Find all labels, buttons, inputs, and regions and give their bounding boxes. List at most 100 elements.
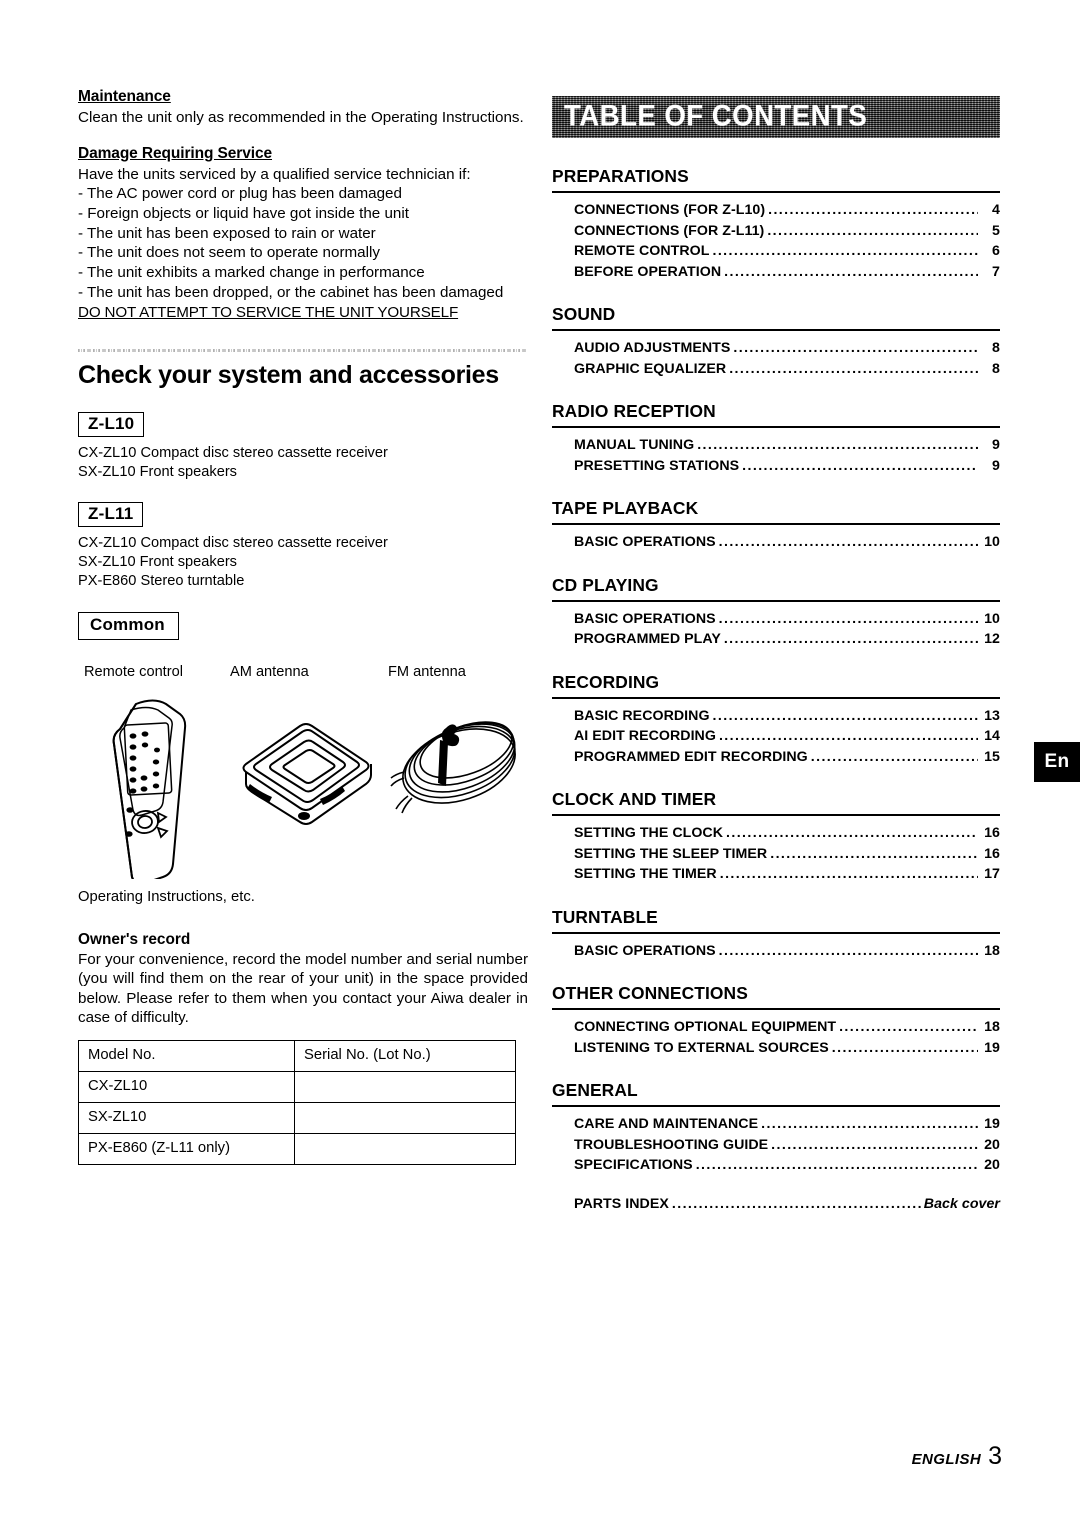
toc-entry-page: 16 bbox=[984, 845, 1000, 862]
toc-entry-label: BASIC OPERATIONS bbox=[574, 610, 716, 627]
toc-entry[interactable]: TROUBLESHOOTING GUIDE...................… bbox=[552, 1135, 1000, 1156]
owners-record-table: Model No. Serial No. (Lot No.) CX-ZL10 S… bbox=[78, 1039, 516, 1165]
table-header-row: Model No. Serial No. (Lot No.) bbox=[78, 1039, 516, 1072]
toc-leader-dots: ........................................… bbox=[719, 866, 978, 882]
toc-entry[interactable]: MANUAL TUNING...........................… bbox=[552, 435, 1000, 456]
toc-section: OTHER CONNECTIONS CONNECTING OPTIONAL EQU… bbox=[552, 983, 1000, 1058]
toc-entry-label: AI EDIT RECORDING bbox=[574, 728, 716, 744]
toc-section-entries: BASIC OPERATIONS........................… bbox=[552, 609, 1000, 650]
package-label-z-l11: Z-L11 bbox=[78, 501, 144, 528]
toc-entry[interactable]: BASIC OPERATIONS........................… bbox=[552, 532, 1000, 553]
toc-entry[interactable]: CARE AND MAINTENANCE....................… bbox=[552, 1114, 1000, 1135]
toc-section: RECORDING BASIC RECORDING................… bbox=[552, 672, 1000, 768]
toc-leader-dots: ........................................… bbox=[712, 707, 978, 724]
toc-leader-dots: ........................................… bbox=[839, 1019, 978, 1035]
toc-section-entries: CARE AND MAINTENANCE....................… bbox=[552, 1114, 1000, 1214]
toc-entry-page: 5 bbox=[992, 222, 1000, 239]
toc-entry-label: SETTING THE CLOCK bbox=[574, 825, 724, 841]
toc-entry-label: PRESETTING STATIONS bbox=[574, 457, 740, 474]
toc-entry[interactable]: CONNECTIONS (FOR Z-L11).................… bbox=[552, 221, 1000, 242]
table-of-contents-title: TABLE OF CONTENTS bbox=[564, 99, 868, 133]
toc-leader-dots: ........................................… bbox=[718, 534, 978, 550]
toc-section: CD PLAYING BASIC OPERATIONS..............… bbox=[552, 575, 1000, 650]
toc-entry[interactable]: CONNECTIONS (FOR Z-L10).................… bbox=[552, 200, 1000, 221]
toc-section: CLOCK AND TIMER SETTING THE CLOCK........… bbox=[552, 789, 1000, 885]
toc-entry[interactable]: SETTING THE SLEEP TIMER.................… bbox=[552, 844, 1000, 865]
list-item: - The unit has been dropped, or the cabi… bbox=[78, 283, 504, 301]
toc-leader-dots: ........................................… bbox=[771, 1136, 978, 1153]
toc-entry[interactable]: BEFORE OPERATION........................… bbox=[552, 262, 1000, 283]
list-item: PX-E860 Stereo turntable bbox=[78, 572, 245, 589]
toc-leader-dots: ........................................… bbox=[729, 360, 978, 377]
toc-entry[interactable]: LISTENING TO EXTERNAL SOURCES...........… bbox=[552, 1038, 1000, 1059]
accessory-label-fm-antenna: FM antenna bbox=[388, 663, 466, 680]
list-item: - The unit does not seem to operate norm… bbox=[78, 244, 380, 262]
toc-entry[interactable]: BASIC OPERATIONS........................… bbox=[552, 941, 1000, 962]
package-contents-z-l10: CX-ZL10 Compact disc stereo cassette rec… bbox=[78, 444, 528, 481]
list-item: SX-ZL10 Front speakers bbox=[78, 553, 237, 570]
am-loop-antenna-icon bbox=[238, 712, 378, 832]
toc-section-title: CD PLAYING bbox=[552, 575, 1000, 602]
toc-entry-label: REMOTE CONTROL bbox=[574, 243, 710, 259]
list-item: CX-ZL10 Compact disc stereo cassette rec… bbox=[78, 535, 388, 552]
toc-section-entries: CONNECTIONS (FOR Z-L10).................… bbox=[552, 200, 1000, 282]
toc-leader-dots: ........................................… bbox=[718, 942, 978, 959]
toc-section: SOUND AUDIO ADJUSTMENTS..................… bbox=[552, 304, 1000, 379]
toc-entry-page: 15 bbox=[984, 748, 1000, 765]
left-column: Maintenance Clean the unit only as recom… bbox=[78, 88, 528, 1165]
column-header-serial-no: Serial No. (Lot No.) bbox=[294, 1039, 516, 1072]
table-of-contents-banner: TABLE OF CONTENTS bbox=[552, 96, 1000, 138]
toc-leader-dots: ........................................… bbox=[671, 1195, 922, 1212]
maintenance-section: Maintenance Clean the unit only as recom… bbox=[78, 88, 528, 128]
package-common: Common Remote control AM antenna FM ante… bbox=[78, 612, 528, 905]
toc-entry-label: CONNECTIONS (FOR Z-L11) bbox=[574, 222, 765, 239]
toc-entry-label: CONNECTIONS (FOR Z-L10) bbox=[574, 202, 766, 218]
toc-entry[interactable]: REMOTE CONTROL..........................… bbox=[552, 241, 1000, 262]
page-footer: ENGLISH 3 bbox=[912, 1442, 1002, 1471]
toc-entry[interactable]: AI EDIT RECORDING.......................… bbox=[552, 726, 1000, 747]
toc-entry-page: 7 bbox=[992, 263, 1000, 280]
toc-leader-dots: ........................................… bbox=[761, 1116, 978, 1132]
maintenance-body: Clean the unit only as recommended in th… bbox=[78, 109, 524, 126]
toc-entry[interactable]: SPECIFICATIONS..........................… bbox=[552, 1155, 1000, 1176]
toc-entry[interactable]: PROGRAMMED EDIT RECORDING...............… bbox=[552, 747, 1000, 768]
damage-intro: Have the units serviced by a qualified s… bbox=[78, 165, 471, 183]
toc-leader-dots: ........................................… bbox=[742, 457, 978, 474]
toc-entry[interactable]: PROGRAMMED PLAY.........................… bbox=[552, 629, 1000, 650]
package-label-z-l10: Z-L10 bbox=[78, 411, 145, 438]
toc-leader-dots: ........................................… bbox=[831, 1039, 978, 1056]
toc-entry[interactable]: AUDIO ADJUSTMENTS.......................… bbox=[552, 338, 1000, 359]
toc-section-entries: CONNECTING OPTIONAL EQUIPMENT...........… bbox=[552, 1017, 1000, 1058]
toc-entry[interactable]: CONNECTING OPTIONAL EQUIPMENT...........… bbox=[552, 1017, 1000, 1038]
list-item: SX-ZL10 Front speakers bbox=[78, 464, 237, 481]
list-item: - The unit has been exposed to rain or w… bbox=[78, 224, 376, 242]
toc-leader-dots: ........................................… bbox=[712, 243, 978, 259]
toc-entry-label: BASIC OPERATIONS bbox=[574, 534, 716, 550]
table-of-contents-list: PREPARATIONS CONNECTIONS (FOR Z-L10).....… bbox=[552, 166, 1000, 1214]
toc-entry-label: AUDIO ADJUSTMENTS bbox=[574, 340, 731, 356]
toc-entry[interactable]: SETTING THE TIMER.......................… bbox=[552, 864, 1000, 885]
toc-entry-page: 10 bbox=[984, 534, 1000, 550]
fm-wire-antenna-icon bbox=[390, 700, 525, 830]
toc-entry[interactable]: PRESETTING STATIONS.....................… bbox=[552, 456, 1000, 477]
toc-entry[interactable]: PARTS INDEX.............................… bbox=[552, 1194, 1000, 1215]
footer-page-number: 3 bbox=[988, 1442, 1002, 1470]
accessory-label-am-antenna: AM antenna bbox=[230, 663, 309, 680]
toc-entry-page: 13 bbox=[984, 707, 1000, 724]
cell-serial-sx-zl10[interactable] bbox=[294, 1101, 516, 1134]
toc-section-title: TURNTABLE bbox=[552, 907, 1000, 934]
list-item: - The unit exhibits a marked change in p… bbox=[78, 264, 425, 282]
toc-section-title: PREPARATIONS bbox=[552, 166, 1000, 193]
toc-entry-label: SETTING THE TIMER bbox=[574, 866, 717, 882]
toc-section: PREPARATIONS CONNECTIONS (FOR Z-L10).....… bbox=[552, 166, 1000, 282]
toc-entry[interactable]: SETTING THE CLOCK.......................… bbox=[552, 823, 1000, 844]
cell-serial-px-e860[interactable] bbox=[294, 1132, 516, 1165]
check-system-heading: Check your system and accessories bbox=[78, 360, 499, 389]
toc-entry[interactable]: BASIC OPERATIONS........................… bbox=[552, 609, 1000, 630]
toc-section-entries: SETTING THE CLOCK.......................… bbox=[552, 823, 1000, 885]
toc-entry[interactable]: BASIC RECORDING.........................… bbox=[552, 706, 1000, 727]
toc-entry[interactable]: GRAPHIC EQUALIZER.......................… bbox=[552, 359, 1000, 380]
cell-serial-cx-zl10[interactable] bbox=[294, 1070, 516, 1103]
language-tab-en: En bbox=[1034, 742, 1080, 782]
toc-entry-page: 19 bbox=[984, 1039, 1000, 1056]
